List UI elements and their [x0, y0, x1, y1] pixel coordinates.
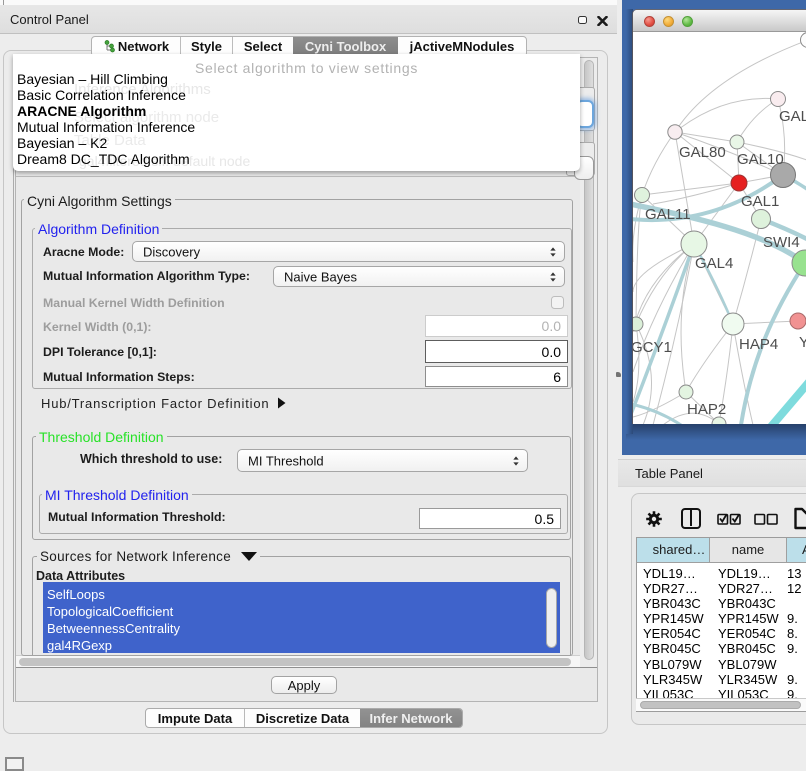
- svg-text:GAL80: GAL80: [679, 144, 726, 161]
- svg-text:GAL: GAL: [779, 108, 806, 125]
- svg-text:GAL1: GAL1: [741, 193, 779, 210]
- svg-text:SWI4: SWI4: [763, 234, 800, 251]
- svg-text:GAL4: GAL4: [695, 255, 733, 272]
- svg-text:GCY1: GCY1: [633, 339, 672, 356]
- svg-text:HAP4: HAP4: [739, 336, 778, 353]
- svg-text:GAL10: GAL10: [737, 151, 784, 168]
- svg-text:GAL11: GAL11: [645, 206, 691, 223]
- svg-text:HAP2: HAP2: [687, 401, 726, 418]
- svg-text:Y: Y: [799, 334, 806, 351]
